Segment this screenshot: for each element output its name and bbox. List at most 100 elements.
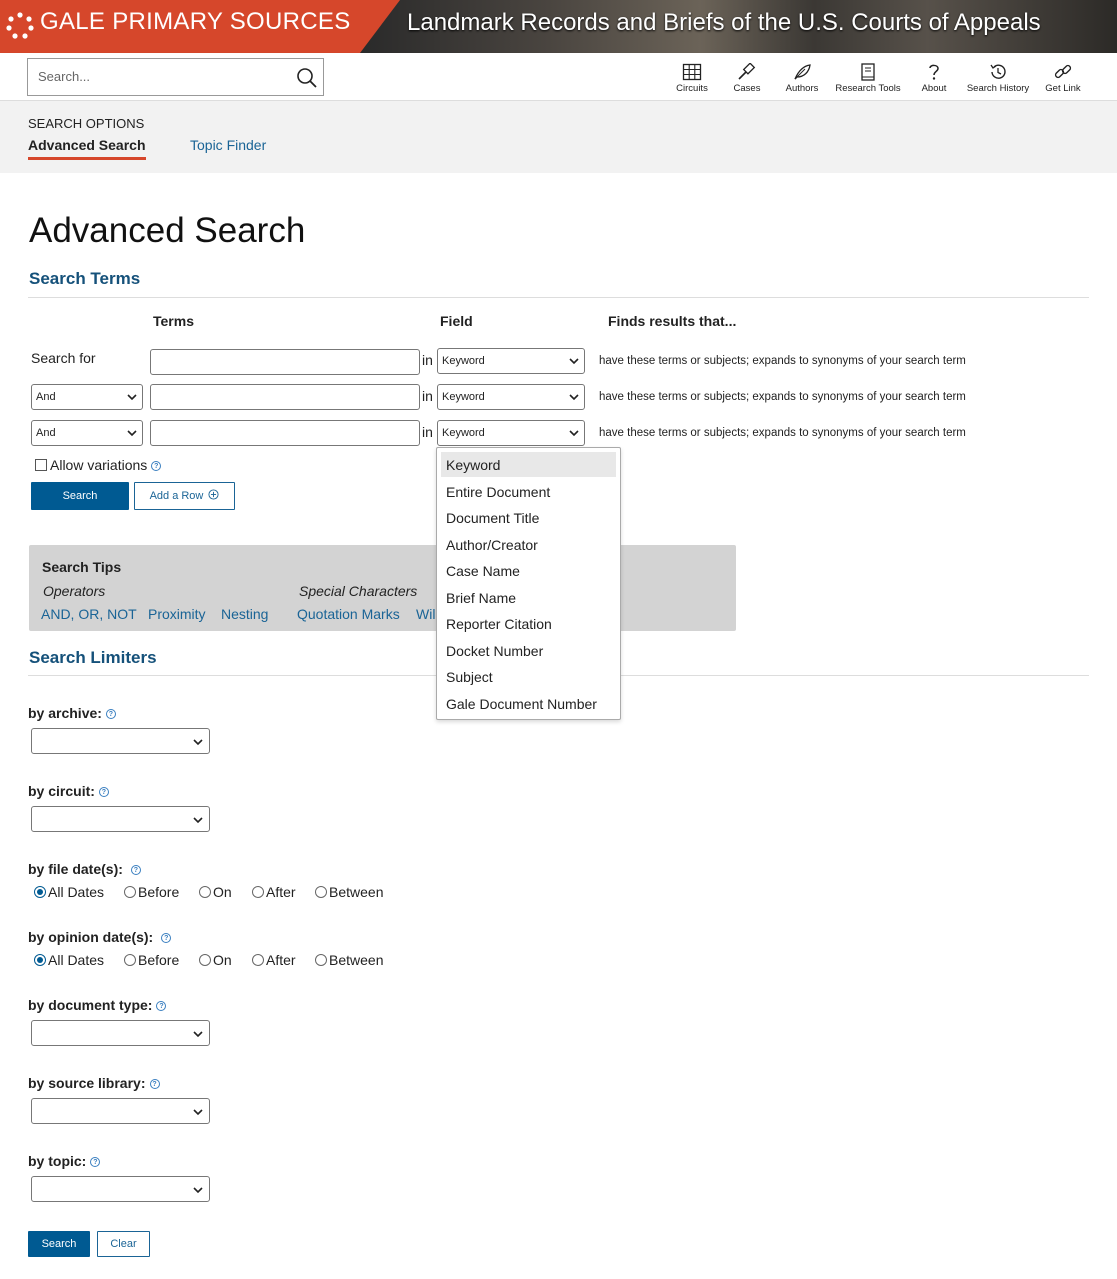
tool-label: Search History bbox=[966, 83, 1030, 94]
file-date-radio-between[interactable] bbox=[315, 886, 327, 898]
file-date-radio-on[interactable] bbox=[199, 886, 211, 898]
tool-get-link[interactable]: Get Link bbox=[1043, 63, 1083, 94]
file-date-radio-after[interactable] bbox=[252, 886, 264, 898]
opinion-date-radio-before[interactable] bbox=[124, 954, 136, 966]
gale-logo-icon[interactable] bbox=[5, 11, 35, 41]
dropdown-option-document-title[interactable]: Document Title bbox=[441, 505, 616, 530]
file-date-radio-all[interactable] bbox=[34, 886, 46, 898]
search-term-input-2[interactable] bbox=[150, 384, 420, 410]
operators-label: Operators bbox=[43, 583, 106, 599]
allow-variations-text: Allow variations bbox=[50, 457, 148, 473]
help-icon[interactable]: ? bbox=[105, 709, 116, 720]
in-label: in bbox=[422, 352, 433, 368]
tool-circuits[interactable]: Circuits bbox=[673, 63, 711, 94]
book-icon bbox=[861, 63, 875, 81]
chevron-down-icon bbox=[193, 817, 203, 824]
help-icon[interactable]: ? bbox=[98, 787, 109, 798]
opinion-date-radio-all[interactable] bbox=[34, 954, 46, 966]
file-date-option-label: On bbox=[213, 884, 232, 900]
chevron-down-icon bbox=[193, 1109, 203, 1116]
add-row-label: Add a Row bbox=[149, 490, 204, 502]
tool-authors[interactable]: Authors bbox=[782, 63, 822, 94]
add-row-button[interactable]: Add a Row bbox=[134, 482, 235, 510]
operator-select-3[interactable]: And bbox=[31, 420, 143, 446]
operator-select-value: And bbox=[36, 427, 56, 439]
dropdown-option-gale-document-number[interactable]: Gale Document Number bbox=[441, 691, 616, 716]
help-icon[interactable]: ? bbox=[156, 1001, 167, 1012]
help-icon[interactable]: ? bbox=[90, 1157, 101, 1168]
divider bbox=[28, 297, 1089, 298]
opinion-date-option-label: On bbox=[213, 952, 232, 968]
basic-search-input[interactable] bbox=[36, 68, 286, 85]
allow-variations-checkbox[interactable] bbox=[35, 459, 47, 471]
field-select-1[interactable]: Keyword bbox=[437, 348, 585, 374]
clear-button[interactable]: Clear bbox=[97, 1231, 150, 1257]
column-header-field: Field bbox=[440, 313, 473, 329]
tool-research-tools[interactable]: Research Tools bbox=[832, 63, 904, 94]
field-select-2[interactable]: Keyword bbox=[437, 384, 585, 410]
operator-select-2[interactable]: And bbox=[31, 384, 143, 410]
tip-link-proximity[interactable]: Proximity bbox=[148, 606, 206, 622]
field-select-3[interactable]: Keyword bbox=[437, 420, 585, 446]
plus-circle-icon bbox=[208, 489, 219, 500]
dropdown-option-reporter-citation[interactable]: Reporter Citation bbox=[441, 611, 616, 636]
dropdown-option-keyword[interactable]: Keyword bbox=[441, 452, 616, 477]
help-icon[interactable]: ? bbox=[130, 865, 141, 876]
link-icon bbox=[1054, 64, 1072, 79]
limiter-opinion-date-label: by opinion date(s):? bbox=[28, 929, 172, 945]
page-title: Advanced Search bbox=[29, 211, 306, 250]
search-button[interactable]: Search bbox=[31, 482, 129, 510]
tool-label: Research Tools bbox=[835, 83, 901, 94]
tip-link-quotation-marks[interactable]: Quotation Marks bbox=[297, 606, 400, 622]
limiter-archive-label: by archive:? bbox=[28, 705, 116, 721]
opinion-date-radio-after[interactable] bbox=[252, 954, 264, 966]
dropdown-option-docket-number[interactable]: Docket Number bbox=[441, 638, 616, 663]
bottom-search-button[interactable]: Search bbox=[28, 1231, 90, 1257]
archive-select[interactable] bbox=[31, 728, 210, 754]
dropdown-option-brief-name[interactable]: Brief Name bbox=[441, 585, 616, 610]
tip-link-boolean[interactable]: AND, OR, NOT bbox=[41, 606, 137, 622]
tip-link-nesting[interactable]: Nesting bbox=[221, 606, 268, 622]
limiter-document-type-label: by document type:? bbox=[28, 997, 167, 1013]
tool-label: Authors bbox=[785, 83, 819, 94]
file-date-radio-before[interactable] bbox=[124, 886, 136, 898]
dropdown-option-author-creator[interactable]: Author/Creator bbox=[441, 532, 616, 557]
dropdown-option-subject[interactable]: Subject bbox=[441, 664, 616, 689]
collection-title[interactable]: Landmark Records and Briefs of the U.S. … bbox=[407, 9, 1041, 37]
file-date-option-label: Before bbox=[138, 884, 180, 900]
limiter-circuit-label: by circuit:? bbox=[28, 783, 109, 799]
in-label: in bbox=[422, 424, 433, 440]
help-icon[interactable]: ? bbox=[151, 461, 162, 472]
tab-topic-finder[interactable]: Topic Finder bbox=[190, 137, 266, 153]
tool-about[interactable]: About bbox=[916, 63, 952, 94]
dropdown-option-case-name[interactable]: Case Name bbox=[441, 558, 616, 583]
column-header-finds: Finds results that... bbox=[608, 313, 737, 329]
brand-name[interactable]: GALE PRIMARY SOURCES bbox=[40, 8, 351, 36]
circuit-select[interactable] bbox=[31, 806, 210, 832]
chevron-down-icon bbox=[569, 430, 579, 437]
document-type-select[interactable] bbox=[31, 1020, 210, 1046]
topic-select[interactable] bbox=[31, 1176, 210, 1202]
search-term-input-3[interactable] bbox=[150, 420, 420, 446]
source-library-select[interactable] bbox=[31, 1098, 210, 1124]
search-icon[interactable] bbox=[295, 66, 319, 90]
header-banner: GALE PRIMARY SOURCES Landmark Records an… bbox=[0, 0, 1117, 53]
search-for-label: Search for bbox=[31, 350, 96, 366]
tool-cases[interactable]: Cases bbox=[728, 63, 766, 94]
search-term-input-1[interactable] bbox=[150, 349, 420, 375]
tool-search-history[interactable]: Search History bbox=[964, 63, 1032, 94]
file-date-option-label: Between bbox=[329, 884, 384, 900]
tip-link-wildcards[interactable]: Wil bbox=[416, 606, 435, 622]
file-date-option-label: All Dates bbox=[48, 884, 105, 900]
gavel-icon bbox=[738, 63, 756, 80]
chevron-down-icon bbox=[193, 739, 203, 746]
file-date-option-label: After bbox=[266, 884, 296, 900]
tab-advanced-search[interactable]: Advanced Search bbox=[28, 137, 146, 160]
limiter-topic-label: by topic:? bbox=[28, 1153, 101, 1169]
opinion-date-radio-on[interactable] bbox=[199, 954, 211, 966]
help-icon[interactable]: ? bbox=[161, 933, 172, 944]
chevron-down-icon bbox=[127, 430, 137, 437]
opinion-date-radio-between[interactable] bbox=[315, 954, 327, 966]
dropdown-option-entire-document[interactable]: Entire Document bbox=[441, 479, 616, 504]
help-icon[interactable]: ? bbox=[149, 1079, 160, 1090]
